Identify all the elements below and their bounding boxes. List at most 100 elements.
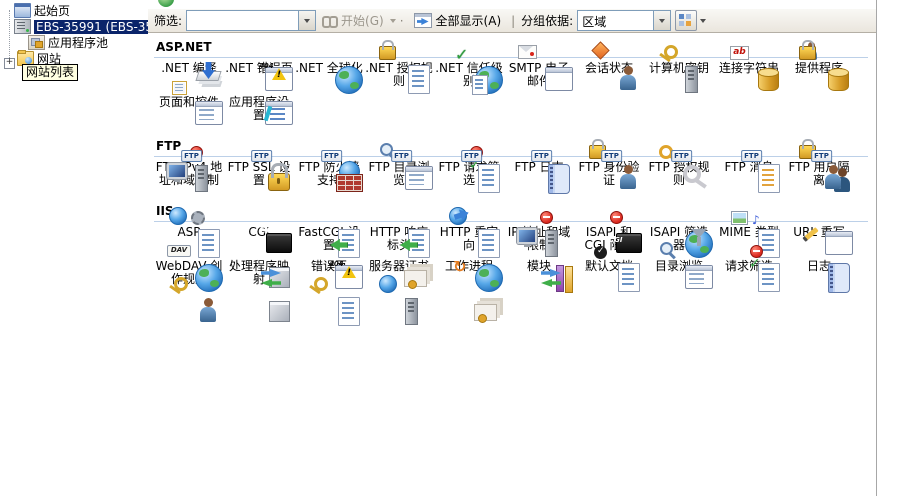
feature-ftp-authorization[interactable]: FTPFTP 授权规则 xyxy=(644,161,714,187)
feature-ftp-logging[interactable]: FTPFTP 日志 xyxy=(504,161,574,187)
icon-layer xyxy=(541,269,562,288)
icon-layer xyxy=(309,277,328,292)
start-page-icon xyxy=(14,3,31,18)
show-all-label: 全部显示(A) xyxy=(436,12,502,29)
icon-layer xyxy=(828,69,849,91)
feature-modules[interactable]: 模块 xyxy=(504,260,574,286)
separator: · xyxy=(400,14,404,28)
feature-server-certificates[interactable]: 服务器证书 xyxy=(364,260,434,286)
section-ftp: FTPFTPFTP IPv4 地址和域限制FTPFTP SSL 设置FTPFTP… xyxy=(154,138,876,187)
icon-layer xyxy=(685,66,698,93)
feature-isapi-filters[interactable]: ISAPI 筛选器 xyxy=(644,226,714,252)
feature-webdav[interactable]: DAVWebDAV 创作规则 xyxy=(154,260,224,286)
feature-providers[interactable]: 提供程序 xyxy=(784,62,854,88)
icon-layer xyxy=(191,211,205,225)
feature-error-pages[interactable]: 404错误页 xyxy=(294,260,364,286)
feature-isapi-cgi-restrictions[interactable]: CGIISAPI 和 CGI 限制 xyxy=(574,226,644,252)
feature-http-redirect[interactable]: HTTP 重定向 xyxy=(434,226,504,252)
filter-value[interactable] xyxy=(187,11,298,30)
icon-layer xyxy=(540,211,553,224)
feature-asp[interactable]: ASP xyxy=(154,226,224,252)
feature-ftp-firewall[interactable]: FTPFTP 防火墙支持 xyxy=(294,161,364,187)
group-by-combobox[interactable]: 区域 xyxy=(577,10,671,31)
feature-fastcgi[interactable]: FastCGI 设置 xyxy=(294,226,364,252)
ftp-badge: FTP xyxy=(461,150,482,162)
view-tiles-button[interactable] xyxy=(675,10,697,31)
group-by-label: 分组依据: xyxy=(521,12,573,29)
feature-url-rewrite[interactable]: URL 重写 xyxy=(784,226,854,252)
connections-sidebar: 起始页 EBS-35991 (EBS-35991 应用程序池 +网站 网站列表 xyxy=(0,0,149,496)
feature-ftp-ssl[interactable]: FTPFTP SSL 设置 xyxy=(224,161,294,187)
feature-cgi[interactable]: CGICGI xyxy=(224,226,294,252)
feature-handler-mappings[interactable]: 处理程序映射 xyxy=(224,260,294,286)
feature-globalization[interactable]: .NET 全球化 xyxy=(294,62,364,88)
feature-http-response-headers[interactable]: HTTP 响应标头 xyxy=(364,226,434,252)
go-button[interactable]: 开始(G) xyxy=(318,10,388,31)
icon-layer xyxy=(825,231,853,255)
icon-layer xyxy=(404,270,427,287)
ftp-badge: FTP xyxy=(741,150,762,162)
feature-smtp-email[interactable]: SMTP 电子邮件 xyxy=(504,62,574,88)
feature-logging[interactable]: 日志 xyxy=(784,260,854,286)
ftp-badge: FTP xyxy=(601,150,622,162)
feature-net-compilation[interactable]: .NET 编译 xyxy=(154,62,224,88)
ftp-badge: FTP xyxy=(251,150,272,162)
feature-net-trust-levels[interactable]: .NET 信任级别 xyxy=(434,62,504,88)
partial-help-icon xyxy=(158,0,174,7)
tree-item-app-pools[interactable]: 应用程序池 xyxy=(0,35,148,51)
feature-pages-controls[interactable]: 页面和控件 xyxy=(154,96,224,122)
icon-layer xyxy=(758,69,779,91)
filter-dropdown-button[interactable] xyxy=(298,11,315,30)
feature-request-filtering[interactable]: 请求筛选 xyxy=(714,260,784,286)
feature-ftp-user-isolation[interactable]: FTPFTP 用户隔离 xyxy=(784,161,854,187)
feature-net-authorization[interactable]: .NET 授权规则 xyxy=(364,62,434,88)
ftp-badge: FTP xyxy=(391,150,412,162)
icon-layer xyxy=(828,263,850,293)
feature-connection-strings[interactable]: ab连接字符串 xyxy=(714,62,784,88)
icon-layer xyxy=(517,228,537,244)
ftp-badge: FTP xyxy=(811,150,832,162)
tree-item-server[interactable]: EBS-35991 (EBS-35991 xyxy=(0,19,148,35)
filter-combobox[interactable] xyxy=(186,10,316,31)
icon-layer xyxy=(261,269,282,288)
show-all-button[interactable]: 全部显示(A) xyxy=(410,10,506,31)
feature-net-error-pages[interactable]: 404.NET 错误页 xyxy=(224,62,294,88)
icon-layer xyxy=(474,304,497,321)
feature-mime-types[interactable]: MIME 类型 xyxy=(714,226,784,252)
expander-plus-icon[interactable]: + xyxy=(4,58,15,69)
feature-ip-restrictions[interactable]: IP 地址和域限制 xyxy=(504,226,574,252)
feature-session-state[interactable]: 会话状态 xyxy=(574,62,644,88)
icon-layer xyxy=(518,45,537,59)
icon-layer xyxy=(379,46,396,60)
feature-label: 计算机密钥 xyxy=(644,62,714,75)
tree-item-label: 应用程序池 xyxy=(48,36,108,50)
feature-directory-browsing[interactable]: 目录浏览 xyxy=(644,260,714,286)
feature-ftp-request-filtering[interactable]: FTPFTP 请求筛选 xyxy=(434,161,504,187)
icon-layer xyxy=(336,174,363,192)
feature-machine-key[interactable]: 计算机密钥 xyxy=(644,62,714,88)
icon-layer xyxy=(683,165,707,187)
icon-layer xyxy=(750,245,763,258)
feature-ftp-directory-browsing[interactable]: FTPFTP 目录浏览 xyxy=(364,161,434,187)
view-dropdown-icon[interactable] xyxy=(700,19,706,23)
group-by-value[interactable]: 区域 xyxy=(578,11,653,30)
group-by-dropdown-button[interactable] xyxy=(653,11,670,30)
feature-app-settings[interactable]: 应用程序设置 xyxy=(224,96,294,122)
icon-layer xyxy=(405,298,418,325)
feature-ftp-authentication[interactable]: FTPFTP 身份验证 xyxy=(574,161,644,187)
icon-layer xyxy=(749,258,763,272)
icon-layer xyxy=(545,67,573,91)
icon-layer xyxy=(167,163,187,179)
iis-manager-window: 起始页 EBS-35991 (EBS-35991 应用程序池 +网站 网站列表 … xyxy=(0,0,900,496)
icon-layer xyxy=(799,46,816,60)
feature-label: FTP 用户隔离 xyxy=(784,161,854,187)
icon-layer xyxy=(272,68,286,80)
tree-item-start-page[interactable]: 起始页 xyxy=(0,3,148,19)
feature-grid: FTPFTP IPv4 地址和域限制FTPFTP SSL 设置FTPFTP 防火… xyxy=(154,157,876,187)
feature-worker-processes[interactable]: 工作进程 xyxy=(434,260,504,286)
feature-default-document[interactable]: 默认文档 xyxy=(574,260,644,286)
feature-ftp-ip-restrictions[interactable]: FTPFTP IPv4 地址和域限制 xyxy=(154,161,224,187)
binoculars-icon xyxy=(322,15,338,27)
go-dropdown-icon[interactable] xyxy=(390,19,396,23)
feature-ftp-messages[interactable]: FTPFTP 消息 xyxy=(714,161,784,187)
